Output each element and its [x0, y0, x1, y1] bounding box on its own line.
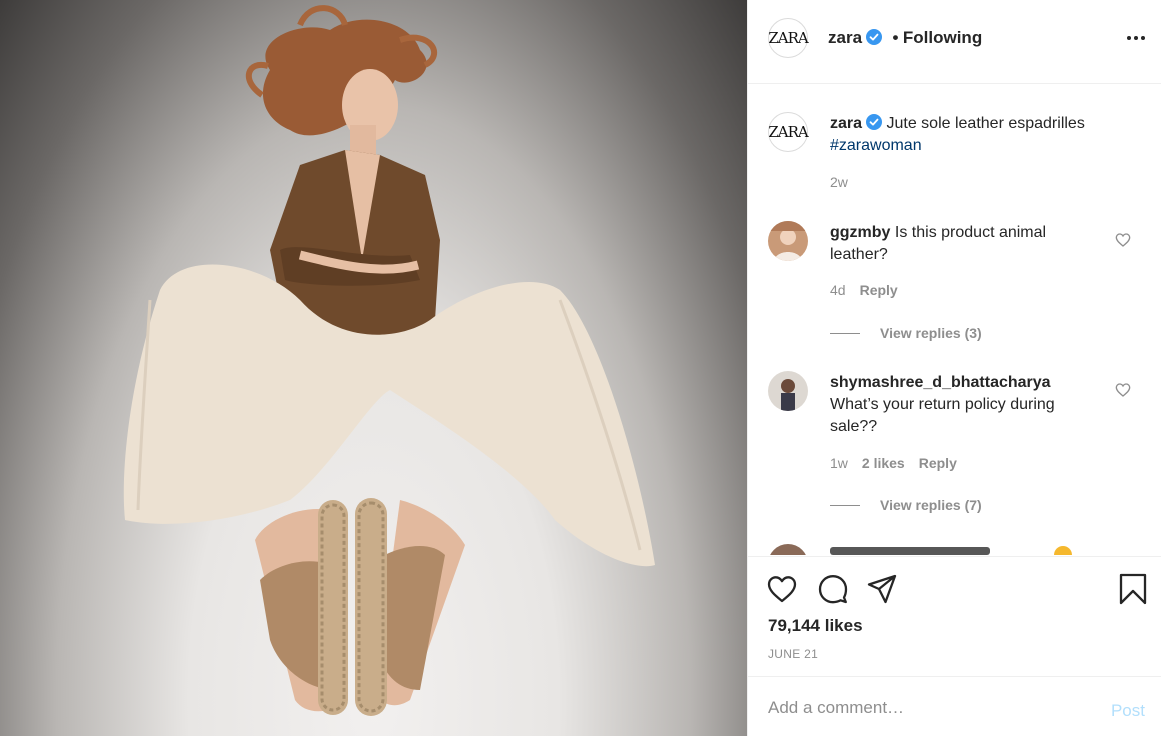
view-replies-label: View replies (7)	[880, 497, 982, 513]
verified-badge-icon	[866, 114, 883, 130]
more-options-icon[interactable]	[1127, 36, 1145, 40]
comment-truncated	[830, 547, 990, 555]
header-username[interactable]: zara	[828, 28, 862, 47]
account-avatar[interactable]: ZARA	[768, 18, 809, 58]
hashtag-link[interactable]: #zarawoman	[830, 137, 922, 154]
verified-badge-icon	[866, 29, 883, 45]
comment-input[interactable]	[768, 695, 1088, 721]
comment-likes[interactable]: 2 likes	[862, 455, 905, 471]
caption-avatar[interactable]: ZARA	[768, 112, 809, 152]
separator-dot: •	[892, 28, 899, 47]
post-actions: 79,144 likes JUNE 21	[748, 556, 1161, 676]
view-replies-button[interactable]: View replies (3)	[830, 325, 982, 341]
zara-logo: ZARA	[768, 123, 808, 141]
replies-divider	[830, 332, 860, 334]
reply-button[interactable]: Reply	[919, 455, 957, 471]
caption-text: Jute sole leather espadrilles	[886, 115, 1085, 132]
heart-icon[interactable]	[766, 573, 798, 605]
bookmark-icon[interactable]	[1117, 573, 1149, 605]
comment-like-icon[interactable]	[1115, 232, 1131, 248]
commenter-avatar[interactable]	[768, 544, 808, 555]
commenter-avatar[interactable]	[768, 371, 808, 411]
comment-body: shymashree_d_bhattacharya What’s your re…	[830, 372, 1100, 438]
reply-button[interactable]: Reply	[860, 282, 898, 298]
caption: zara Jute sole leather espadrilles #zara…	[830, 113, 1130, 157]
following-button[interactable]: Following	[903, 28, 982, 47]
comment-like-icon[interactable]	[1115, 382, 1131, 398]
emoji-icon	[1054, 546, 1072, 555]
caption-meta: 2w	[830, 174, 848, 190]
likes-count[interactable]: 79,144 likes	[768, 616, 863, 636]
post-sidebar: ZARA zara • Following ZARA zara Jute sol…	[747, 0, 1161, 736]
post-image[interactable]	[0, 0, 747, 736]
share-icon[interactable]	[866, 573, 898, 605]
comment-username[interactable]: shymashree_d_bhattacharya	[830, 374, 1051, 391]
comment-meta: 4d Reply	[830, 282, 898, 298]
comment-icon[interactable]	[817, 573, 849, 605]
add-comment-bar: Post	[748, 676, 1161, 736]
post-date[interactable]: JUNE 21	[768, 647, 818, 661]
comment-time[interactable]: 1w	[830, 455, 848, 471]
caption-time[interactable]: 2w	[830, 174, 848, 190]
comment-username[interactable]: ggzmby	[830, 224, 890, 241]
comment-time[interactable]: 4d	[830, 282, 846, 298]
comment-text: What’s your return policy during sale??	[830, 396, 1055, 435]
replies-divider	[830, 504, 860, 506]
view-replies-label: View replies (3)	[880, 325, 982, 341]
comment-body: ggzmby Is this product animal leather?	[830, 222, 1100, 266]
post-button[interactable]: Post	[1111, 701, 1145, 721]
view-replies-button[interactable]: View replies (7)	[830, 497, 982, 513]
comment-meta: 1w 2 likes Reply	[830, 455, 957, 471]
post-header: ZARA zara • Following	[748, 0, 1161, 84]
commenter-avatar[interactable]	[768, 221, 808, 261]
comments-section[interactable]: ZARA zara Jute sole leather espadrilles …	[748, 85, 1161, 555]
zara-logo: ZARA	[768, 29, 808, 47]
fashion-photo	[123, 5, 656, 716]
caption-username[interactable]: zara	[830, 115, 862, 132]
